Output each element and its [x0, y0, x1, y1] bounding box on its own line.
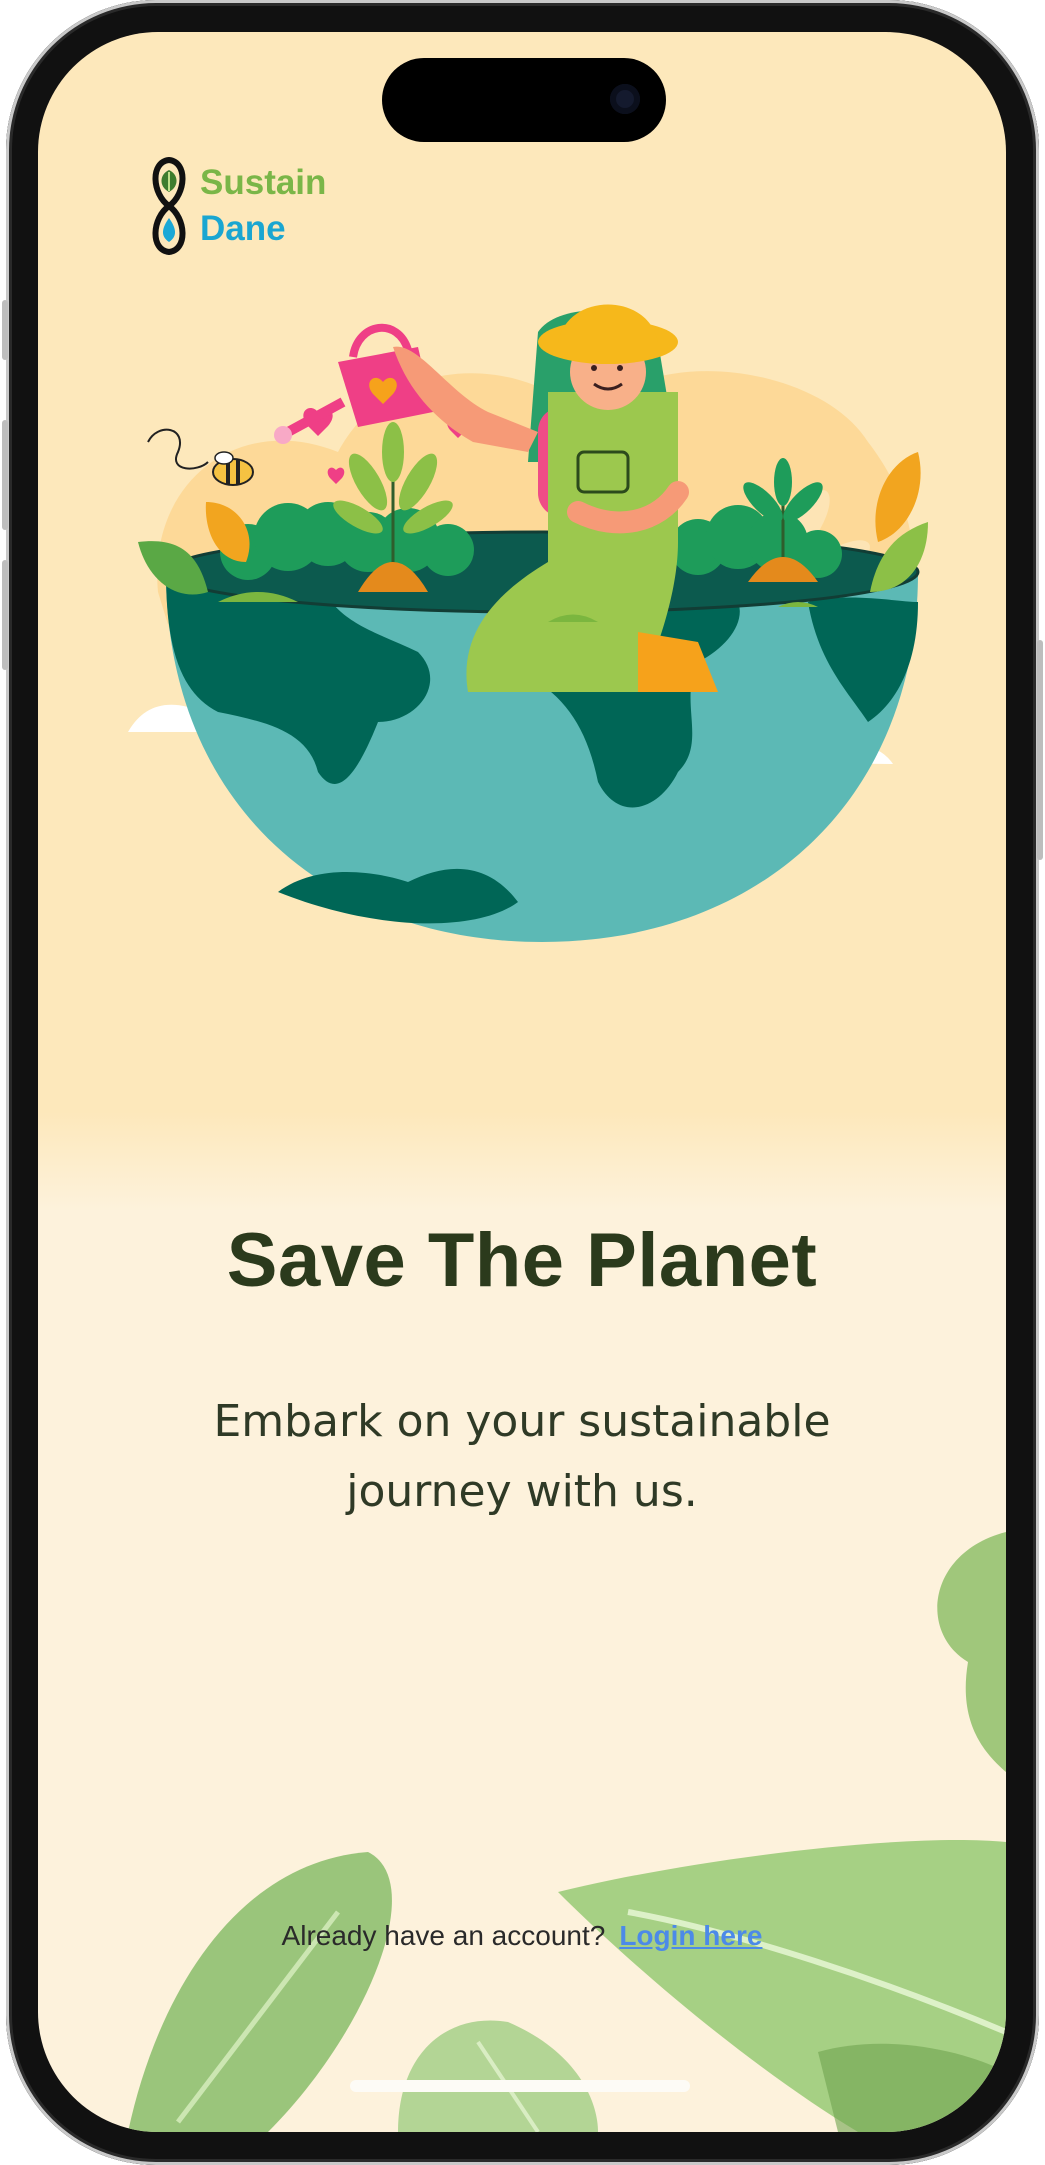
hero-illustration — [128, 304, 928, 942]
login-link[interactable]: Login here — [619, 1920, 762, 1951]
volume-down-button — [2, 560, 8, 670]
decorative-leaves — [128, 1532, 1006, 2132]
dynamic-island — [382, 58, 666, 142]
page-subtitle: Embark on your sustainable journey with … — [213, 1396, 831, 1517]
infinity-leaf-drop-icon — [152, 156, 186, 256]
page-title: Save The Planet — [226, 1218, 818, 1303]
app-screen: Sustain Dane Save The Planet Embark on y… — [38, 32, 1006, 2132]
front-camera — [610, 84, 640, 114]
app-logo: Sustain Dane — [146, 156, 326, 256]
action-button — [2, 300, 8, 360]
login-prompt-row: Already have an account? Login here — [38, 1920, 1006, 1952]
logo-text-dane: Dane — [200, 209, 286, 248]
home-indicator[interactable] — [350, 2080, 690, 2092]
login-prompt-text: Already have an account? — [281, 1920, 606, 1951]
volume-up-button — [2, 420, 8, 530]
logo-text-sustain: Sustain — [200, 163, 327, 202]
power-button — [1037, 640, 1043, 860]
